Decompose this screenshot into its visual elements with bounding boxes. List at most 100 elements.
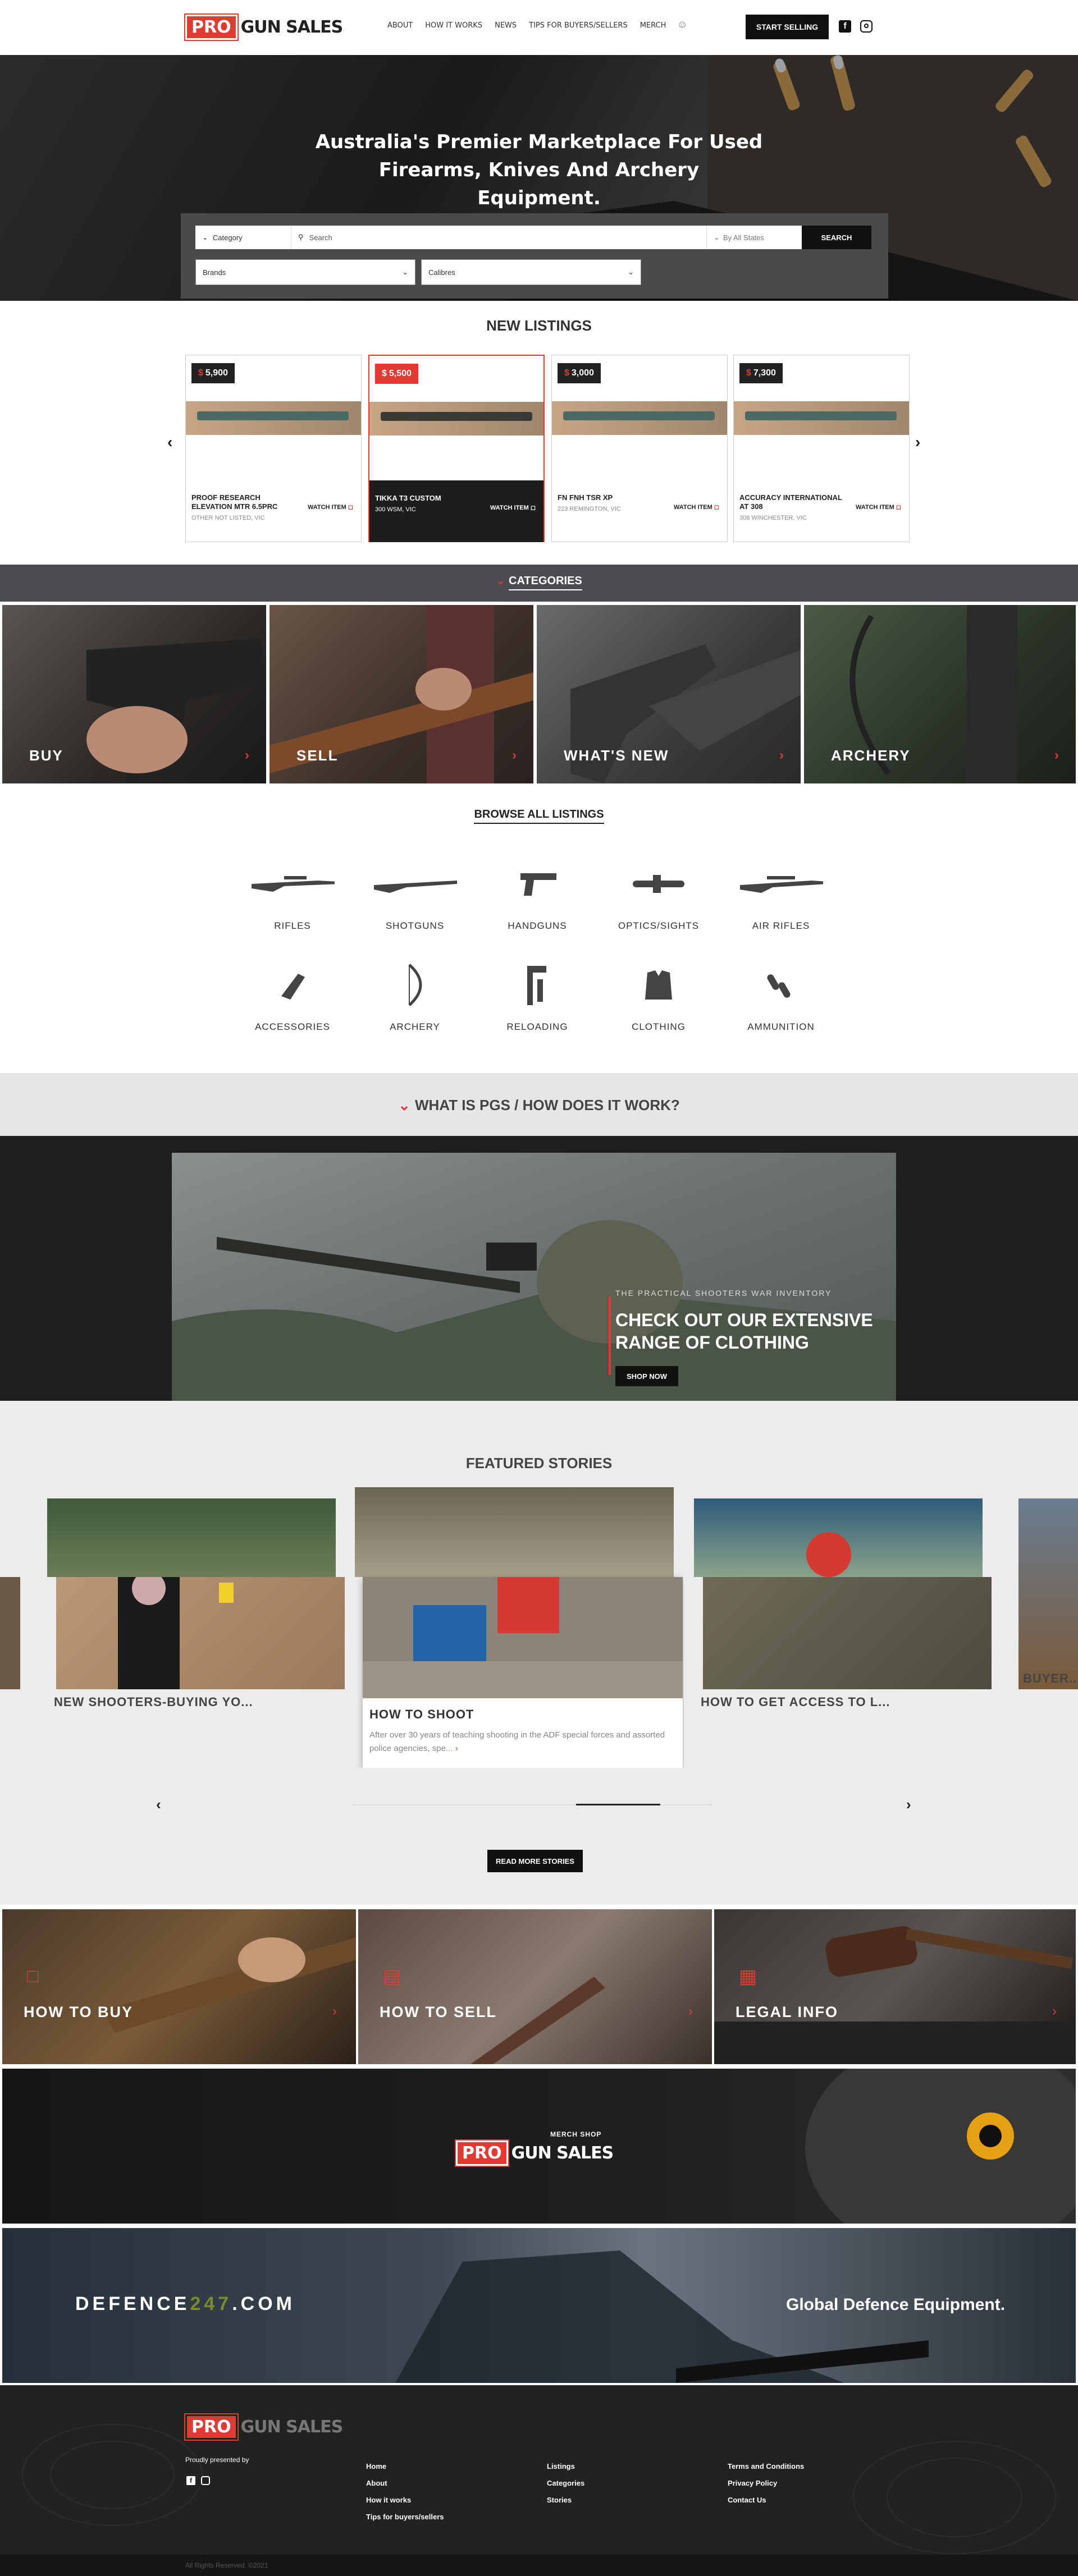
- story-image: [56, 1571, 345, 1689]
- facebook-icon[interactable]: f: [839, 20, 851, 33]
- defence-number: 247: [190, 2293, 232, 2314]
- story-image: [355, 1487, 674, 1577]
- tile-label: HOW TO BUY: [24, 2004, 133, 2020]
- defence247-banner[interactable]: DEFENCE247.COM Global Defence Equipment.: [2, 2228, 1076, 2383]
- shop-now-button[interactable]: SHOP NOW: [615, 1366, 678, 1386]
- listing-card[interactable]: $5,900 PROOF RESEARCH ELEVATION MTR 6.5P…: [185, 355, 362, 542]
- chevron-down-icon: ⌄: [202, 233, 208, 241]
- browse-label: SHOTGUNS: [385, 920, 445, 931]
- footer-link-home[interactable]: Home: [366, 2458, 444, 2475]
- search-input[interactable]: ⚲ Search: [291, 226, 706, 249]
- story-title[interactable]: BUYER...: [1023, 1671, 1078, 1686]
- copyright-text: All Rights Reserved. ©2021: [185, 2561, 268, 2569]
- browse-item-accessories[interactable]: ACCESSORIES: [250, 965, 335, 1033]
- story-card-partial[interactable]: [1018, 1498, 1078, 1689]
- category-tile-archery[interactable]: ARCHERY ›: [804, 605, 1076, 783]
- instagram-icon[interactable]: [201, 2476, 210, 2485]
- nav-merch[interactable]: MERCH: [640, 21, 666, 30]
- read-more-stories-button[interactable]: READ MORE STORIES: [487, 1850, 583, 1872]
- user-icon[interactable]: ☺: [678, 21, 686, 30]
- category-tile-sell[interactable]: SELL ›: [270, 605, 533, 783]
- category-select[interactable]: ⌄ Category: [195, 226, 291, 249]
- nav-tips[interactable]: TIPS FOR BUYERS/SELLERS: [529, 21, 628, 30]
- carousel-next-icon[interactable]: ›: [915, 433, 920, 451]
- footer-link-categories[interactable]: Categories: [547, 2475, 584, 2492]
- footer-link-privacy[interactable]: Privacy Policy: [728, 2475, 804, 2492]
- tile-label: BUY: [29, 747, 63, 764]
- info-tile-legal-info[interactable]: ▦ LEGAL INFO ›: [714, 1909, 1076, 2064]
- chevron-right-icon[interactable]: ›: [455, 1744, 458, 1753]
- start-selling-button[interactable]: START SELLING: [746, 15, 829, 39]
- how-it-works-title[interactable]: ⌄ WHAT IS PGS / HOW DOES IT WORK?: [0, 1097, 1078, 1114]
- stories-scroll-track[interactable]: [353, 1804, 712, 1805]
- hero-title-line1: Australia's Premier Marketplace For Used: [315, 131, 763, 153]
- carousel-prev-icon[interactable]: ‹: [167, 433, 172, 451]
- story-title[interactable]: NEW SHOOTERS-BUYING YO...: [54, 1695, 253, 1709]
- footer-link-about[interactable]: About: [366, 2475, 444, 2492]
- nav-how-it-works[interactable]: HOW IT WORKS: [425, 21, 482, 30]
- watch-item-button[interactable]: WATCH ITEM ◻: [856, 503, 901, 511]
- browse-item-clothing[interactable]: CLOTHING: [616, 965, 701, 1033]
- defence247-logo: DEFENCE247.COM: [75, 2293, 295, 2315]
- footer-link-tips[interactable]: Tips for buyers/sellers: [366, 2509, 444, 2525]
- listing-card[interactable]: $3,000 FN FNH TSR XP 223 REMINGTON, VIC …: [551, 355, 728, 542]
- categories-title[interactable]: ⌄ CATEGORIES: [0, 574, 1078, 590]
- site-footer: [0, 2385, 1078, 2576]
- category-tile-whats-new[interactable]: WHAT'S NEW ›: [537, 605, 801, 783]
- price-badge: $3,000: [558, 363, 601, 383]
- category-tile-buy[interactable]: BUY ›: [2, 605, 266, 783]
- watch-item-button[interactable]: WATCH ITEM ◻: [308, 503, 353, 511]
- story-image: [703, 1577, 992, 1689]
- story-title[interactable]: HOW TO SHOOT: [369, 1707, 474, 1722]
- listing-card[interactable]: $5,500 TIKKA T3 CUSTOM 300 WSM, VIC WATC…: [368, 355, 545, 542]
- browse-item-ammunition[interactable]: AMMUNITION: [739, 965, 823, 1033]
- search-button[interactable]: SEARCH: [802, 226, 871, 249]
- price-value: 5,900: [205, 368, 228, 378]
- browse-item-rifles[interactable]: RIFLES: [250, 864, 335, 932]
- merch-shop-banner[interactable]: MERCH SHOP PRO GUN SALES: [2, 2069, 1076, 2224]
- watch-item-button[interactable]: WATCH ITEM ◻: [674, 503, 719, 511]
- calibres-select-value: Calibres: [428, 268, 455, 277]
- story-image: [363, 1577, 683, 1698]
- stories-scroll-thumb[interactable]: [576, 1804, 660, 1805]
- footer-link-terms[interactable]: Terms and Conditions: [728, 2458, 804, 2475]
- story-title[interactable]: HOW TO GET ACCESS TO L...: [701, 1695, 890, 1709]
- site-logo[interactable]: PRO GUN SALES: [184, 13, 343, 41]
- state-select[interactable]: ⌄ By All States: [706, 226, 802, 249]
- listing-card[interactable]: $7,300 ACCURACY INTERNATIONAL AT 308 308…: [733, 355, 910, 542]
- story-card-active[interactable]: HOW TO SHOOT After over 30 years of teac…: [354, 1487, 684, 1768]
- stories-next-icon[interactable]: ›: [906, 1796, 911, 1813]
- story-card[interactable]: [47, 1498, 345, 1689]
- footer-link-stories[interactable]: Stories: [547, 2492, 584, 2509]
- calibres-select[interactable]: Calibres ⌄: [421, 259, 641, 285]
- browse-item-handguns[interactable]: HANDGUNS: [495, 864, 579, 932]
- nav-news[interactable]: NEWS: [495, 21, 517, 30]
- info-tile-how-to-buy[interactable]: □ HOW TO BUY ›: [2, 1909, 356, 2064]
- browse-item-archery[interactable]: ARCHERY: [373, 964, 457, 1033]
- info-tile-how-to-sell[interactable]: ▤ HOW TO SELL ›: [358, 1909, 712, 2064]
- listing-location: 223 REMINGTON, VIC: [558, 506, 621, 512]
- brands-select[interactable]: Brands ⌄: [195, 259, 415, 285]
- bookmark-icon: ◻: [714, 504, 719, 511]
- chevron-right-icon: ›: [1054, 748, 1059, 763]
- footer-link-how-it-works[interactable]: How it works: [366, 2492, 444, 2509]
- facebook-icon[interactable]: f: [186, 2476, 195, 2485]
- bookmark-icon: ◻: [530, 505, 536, 511]
- browse-all-title[interactable]: BROWSE ALL LISTINGS: [0, 808, 1078, 824]
- tile-label: LEGAL INFO: [736, 2004, 839, 2020]
- watch-item-button[interactable]: WATCH ITEM ◻: [490, 504, 536, 511]
- browse-item-optics[interactable]: OPTICS/SIGHTS: [616, 864, 701, 932]
- footer-link-listings[interactable]: Listings: [547, 2458, 584, 2475]
- footer-logo[interactable]: PRO GUN SALES: [184, 2413, 343, 2441]
- browse-item-shotguns[interactable]: SHOTGUNS: [373, 864, 457, 932]
- shotgun-icon: [373, 864, 457, 904]
- stories-prev-icon[interactable]: ‹: [156, 1796, 161, 1813]
- browse-item-air-rifles[interactable]: AIR RIFLES: [739, 864, 823, 932]
- categories-title-text: CATEGORIES: [509, 575, 582, 590]
- promo-slider: THE PRACTICAL SHOOTERS WAR INVENTORY CHE…: [172, 1153, 896, 1431]
- footer-link-contact[interactable]: Contact Us: [728, 2492, 804, 2509]
- instagram-icon[interactable]: [860, 20, 873, 33]
- nav-about[interactable]: ABOUT: [387, 21, 413, 30]
- browse-item-reloading[interactable]: RELOADING: [495, 965, 579, 1033]
- story-card[interactable]: [694, 1498, 992, 1689]
